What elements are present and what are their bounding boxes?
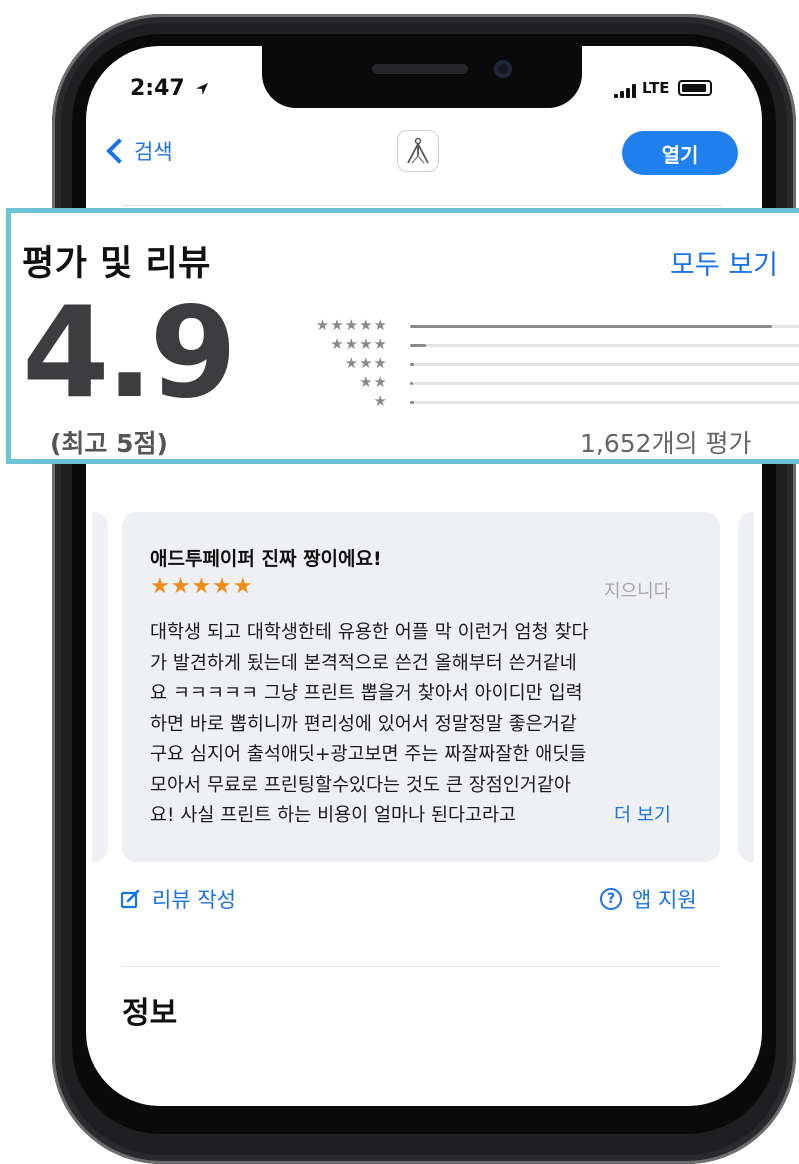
rating-bar bbox=[410, 401, 799, 404]
rating-row: ★ bbox=[294, 393, 799, 409]
review-line: 대학생 되고 대학생한테 유용한 어플 막 이런거 엄청 찾다 bbox=[150, 622, 589, 643]
location-arrow-icon bbox=[196, 83, 209, 95]
previous-review-card[interactable] bbox=[92, 512, 108, 862]
see-all-link[interactable]: 모두 보기 bbox=[670, 243, 778, 282]
rating-bar bbox=[410, 382, 799, 385]
rating-bar bbox=[410, 363, 799, 366]
ratings-count: 1,652개의 평가 bbox=[580, 429, 752, 458]
status-time: 2:47 bbox=[130, 76, 210, 101]
review-title: 애드투페이퍼 진짜 짱이에요! bbox=[150, 548, 382, 570]
write-review-label: 리뷰 작성 bbox=[152, 888, 236, 912]
divider bbox=[122, 205, 722, 206]
rating-row-stars: ★★ bbox=[359, 373, 388, 391]
tripod-logo-icon bbox=[407, 137, 429, 164]
app-icon bbox=[397, 130, 439, 172]
review-line: 요 ㅋㅋㅋㅋㅋ 그냥 프린트 뽑을거 찾아서 아이디만 입력 bbox=[150, 683, 583, 704]
rating-row-stars: ★★★★★ bbox=[315, 316, 388, 334]
review-line: 구요 심지어 출석애딧+광고보면 주는 짜잘짜잘한 애딧들 bbox=[150, 744, 587, 765]
rating-row: ★★★★★ bbox=[294, 317, 799, 333]
open-button[interactable]: 열기 bbox=[622, 131, 738, 175]
rating-bar-fill bbox=[410, 363, 414, 366]
review-line: 요! 사실 프린트 하는 비용이 얼마나 된다고라고 bbox=[150, 805, 517, 826]
battery-icon bbox=[678, 80, 712, 96]
rating-row: ★★★★ bbox=[294, 336, 799, 352]
rating-bar-fill bbox=[410, 382, 414, 385]
rating-row: ★★★ bbox=[294, 355, 799, 371]
review-line: 가 발견하게 됬는데 본격적으로 쓴건 올해부터 쓴거같네 bbox=[150, 652, 577, 674]
divider bbox=[122, 966, 720, 967]
compose-icon bbox=[120, 889, 140, 909]
front-camera bbox=[494, 60, 512, 78]
rating-row-stars: ★★★★ bbox=[330, 335, 388, 353]
network-type: LTE bbox=[642, 79, 670, 97]
rating-row-stars: ★★★ bbox=[344, 354, 388, 372]
notch bbox=[262, 46, 582, 108]
write-review-button[interactable]: 리뷰 작성 bbox=[120, 884, 236, 914]
average-score: 4.9 bbox=[22, 279, 237, 426]
speaker-grille bbox=[372, 64, 468, 74]
text-fade bbox=[560, 800, 610, 830]
rating-bar-fill bbox=[410, 325, 773, 328]
review-line: 모아서 무료로 프린팅할수있다는 것도 큰 장점인거같아 bbox=[150, 774, 571, 796]
app-support-label: 앱 지원 bbox=[632, 888, 697, 912]
rating-bar bbox=[410, 325, 799, 328]
chevron-left-icon bbox=[106, 138, 132, 164]
rating-bar-fill bbox=[410, 401, 414, 404]
cellular-signal-icon bbox=[614, 84, 636, 98]
more-link[interactable]: 더 보기 bbox=[612, 801, 671, 827]
info-section-title: 정보 bbox=[122, 996, 178, 1031]
rating-bar-fill bbox=[410, 344, 426, 347]
app-support-button[interactable]: ? 앱 지원 bbox=[600, 884, 697, 914]
rating-row: ★★ bbox=[294, 374, 799, 390]
max-score-label: (최고 5점) bbox=[50, 429, 168, 458]
review-line: 하면 바로 뽑히니까 편리성에 있어서 정말정말 좋은거같 bbox=[150, 713, 577, 735]
rating-bar bbox=[410, 344, 799, 347]
back-button[interactable]: 검색 bbox=[106, 136, 173, 166]
review-author: 지으니다 bbox=[604, 581, 671, 602]
review-stars: ★★★★★ bbox=[150, 574, 254, 599]
question-mark-icon: ? bbox=[600, 888, 622, 910]
next-review-card[interactable] bbox=[738, 512, 754, 862]
rating-row-stars: ★ bbox=[373, 392, 388, 410]
back-label: 검색 bbox=[134, 140, 173, 164]
review-body: 대학생 되고 대학생한테 유용한 어플 막 이런거 엄청 찾다 가 발견하게 됬… bbox=[150, 618, 698, 801]
